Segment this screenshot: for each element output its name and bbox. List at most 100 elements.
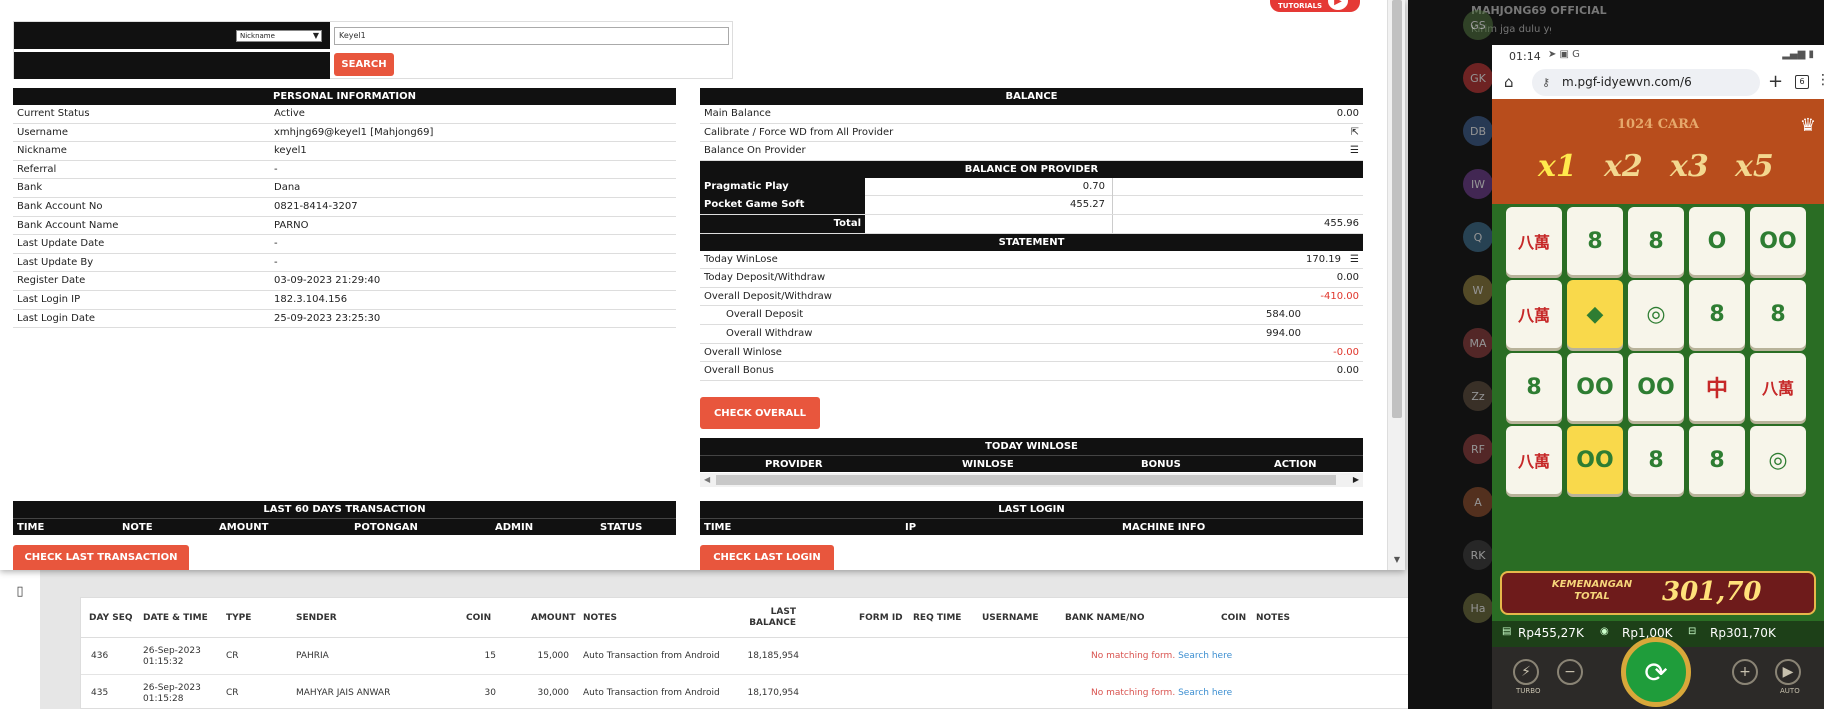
scroll-right-icon[interactable]: ▶ [1353,475,1359,484]
calibrate-label: Calibrate / Force WD from All Provider [704,126,894,138]
total-win-value: 301,70 [1662,577,1762,607]
field-label: Nickname [17,145,67,157]
field-label: Username [17,126,68,138]
list-icon[interactable]: ☰ [1350,254,1359,265]
multiplier-x2: x2 [1604,149,1643,184]
col-winlose: WINLOSE [962,459,1014,470]
col-ip: IP [905,522,917,533]
ways-caption: 1024 CARA [1616,117,1700,132]
list-icon[interactable]: ☰ [1350,145,1359,156]
overall-bonus-row: Overall Bonus 0.00 [700,362,1363,381]
today-winlose-value: 170.19 [1306,253,1341,265]
external-link-icon[interactable]: ⇱ [1351,127,1359,138]
balance-section: BALANCE Main Balance 0.00 Calibrate / Fo… [700,88,1363,381]
field-label: Bank Account No [17,200,103,212]
avatar[interactable]: Zz [1463,381,1493,411]
avatar[interactable]: Ha [1463,593,1493,623]
personal-information: PERSONAL INFORMATION Current Status Activ… [13,88,676,329]
avatar[interactable]: GK [1463,63,1493,93]
field-value: Dana [274,182,301,194]
modal-scrollbar[interactable]: ▼ [1387,0,1405,570]
cell-notes: Auto Transaction from Android [583,651,720,661]
plus-icon[interactable]: + [1732,659,1758,685]
cell-time: 01:15:32 [143,656,184,667]
col-notes-2: NOTES [1256,612,1290,623]
home-icon[interactable]: ⌂ [1504,73,1514,91]
field-value: PARNO [274,219,309,231]
autoplay-icon[interactable]: ▶ [1775,659,1801,685]
avatar[interactable]: IW [1463,169,1493,199]
scroll-thumb[interactable] [716,475,1336,485]
total-win-banner: KEMENANGAN TOTAL 301,70 [1500,571,1816,615]
divider [1112,214,1113,233]
search-button[interactable]: SEARCH [334,53,394,76]
col-machine-info: MACHINE INFO [1122,522,1206,533]
tab-count[interactable]: 6 [1795,75,1809,89]
menu-icon[interactable]: ⋮ [1816,72,1824,88]
field-label: Last Login Date [17,312,96,324]
provider-row: Pragmatic Play 0.70 [700,177,1363,197]
statement-title: STATEMENT [700,233,1363,251]
table-row[interactable]: 435 26-Sep-2023 01:15:28 CR MAHYAR JAIS … [81,675,1409,709]
minus-icon[interactable]: − [1557,659,1583,685]
balance-on-provider-row: Balance On Provider ☰ [700,142,1363,161]
today-winlose-row: Today WinLose 170.19 ☰ [700,251,1363,270]
check-overall-button[interactable]: CHECK OVERALL [700,397,820,429]
overall-dw-value: -410.00 [1320,290,1359,302]
main-balance-label: Main Balance [704,108,771,119]
mahjong-tile: OO [1628,353,1684,421]
avatar[interactable]: GS [1463,10,1493,40]
mahjong-tile: 八萬 [1506,426,1562,494]
divider [1112,196,1113,215]
overall-deposit-value: 584.00 [1266,309,1301,321]
field-label: Current Status [17,108,90,119]
cell-last-balance: 18,170,954 [747,688,799,698]
game-controls: ⚡ TURBO − ⟳ + ▶ AUTO [1492,637,1824,709]
search-input[interactable]: Keyel1 [334,27,729,45]
table-row[interactable]: 436 26-Sep-2023 01:15:32 CR PAHRIA 15 15… [81,638,1409,675]
search-here-link[interactable]: Search here [1178,688,1232,699]
book-icon[interactable]: ▯ [12,585,28,599]
search-field-select[interactable]: Nickname ▼ [236,30,322,42]
scroll-left-icon[interactable]: ◀ [704,475,710,484]
main-balance-value: 0.00 [1336,108,1359,119]
main-balance-row: Main Balance 0.00 [700,105,1363,124]
coin-icon: ◉ [1600,626,1609,637]
search-here-link[interactable]: Search here [1178,651,1232,662]
win-icon: ⊟ [1688,626,1697,637]
site-info-icon[interactable]: ⚷ [1542,69,1550,96]
col-date-time: DATE & TIME [143,612,208,623]
mahjong-tile: 中 [1689,353,1745,421]
overall-withdraw-row: Overall Withdraw 994.00 [700,325,1363,344]
overall-dw-row: Overall Deposit/Withdraw -410.00 [700,288,1363,307]
avatar[interactable]: A [1463,487,1493,517]
col-username: USERNAME [982,612,1039,623]
new-tab-icon[interactable]: + [1768,71,1783,92]
avatar[interactable]: DB [1463,116,1493,146]
mahjong-tile: OO [1567,426,1623,494]
avatar[interactable]: MA [1463,328,1493,358]
avatar[interactable]: RF [1463,434,1493,464]
total-win-label: KEMENANGAN TOTAL [1551,579,1633,602]
reel-grid: 八萬 8 8 O OO 八萬 ◆ ◎ 8 8 8 OO OO 中八萬 八萬 OO 8 8 ◎ [1506,207,1810,497]
wallet-icon: ▤ [1502,626,1512,637]
provider-value: 0.70 [1082,180,1105,192]
avatar[interactable]: RK [1463,540,1493,570]
check-last-transaction-button[interactable]: CHECK LAST TRANSACTION [13,545,189,570]
turbo-icon[interactable]: ⚡ [1513,659,1539,685]
horizontal-scrollbar[interactable]: ◀ ▶ [700,473,1363,487]
spin-button[interactable]: ⟳ [1621,637,1691,707]
avatar[interactable]: W [1463,275,1493,305]
check-last-login-button[interactable]: CHECK LAST LOGIN [700,545,834,570]
avatar[interactable]: Q [1463,222,1493,252]
trophy-icon[interactable]: ♛ [1800,115,1816,136]
last-login-title: LAST LOGIN [700,501,1363,518]
scroll-down-icon[interactable]: ▼ [1392,555,1402,565]
cell-type: CR [226,651,239,661]
url-field[interactable]: ⚷ m.pgf-idyewvn.com/6 [1532,69,1760,96]
col-day-seq: DAY SEQ [89,612,133,623]
scroll-thumb[interactable] [1392,0,1402,418]
personal-info-row: Referral - [13,161,676,180]
cell-coin: 30 [484,688,496,698]
mahjong-tile: 8 [1567,207,1623,275]
